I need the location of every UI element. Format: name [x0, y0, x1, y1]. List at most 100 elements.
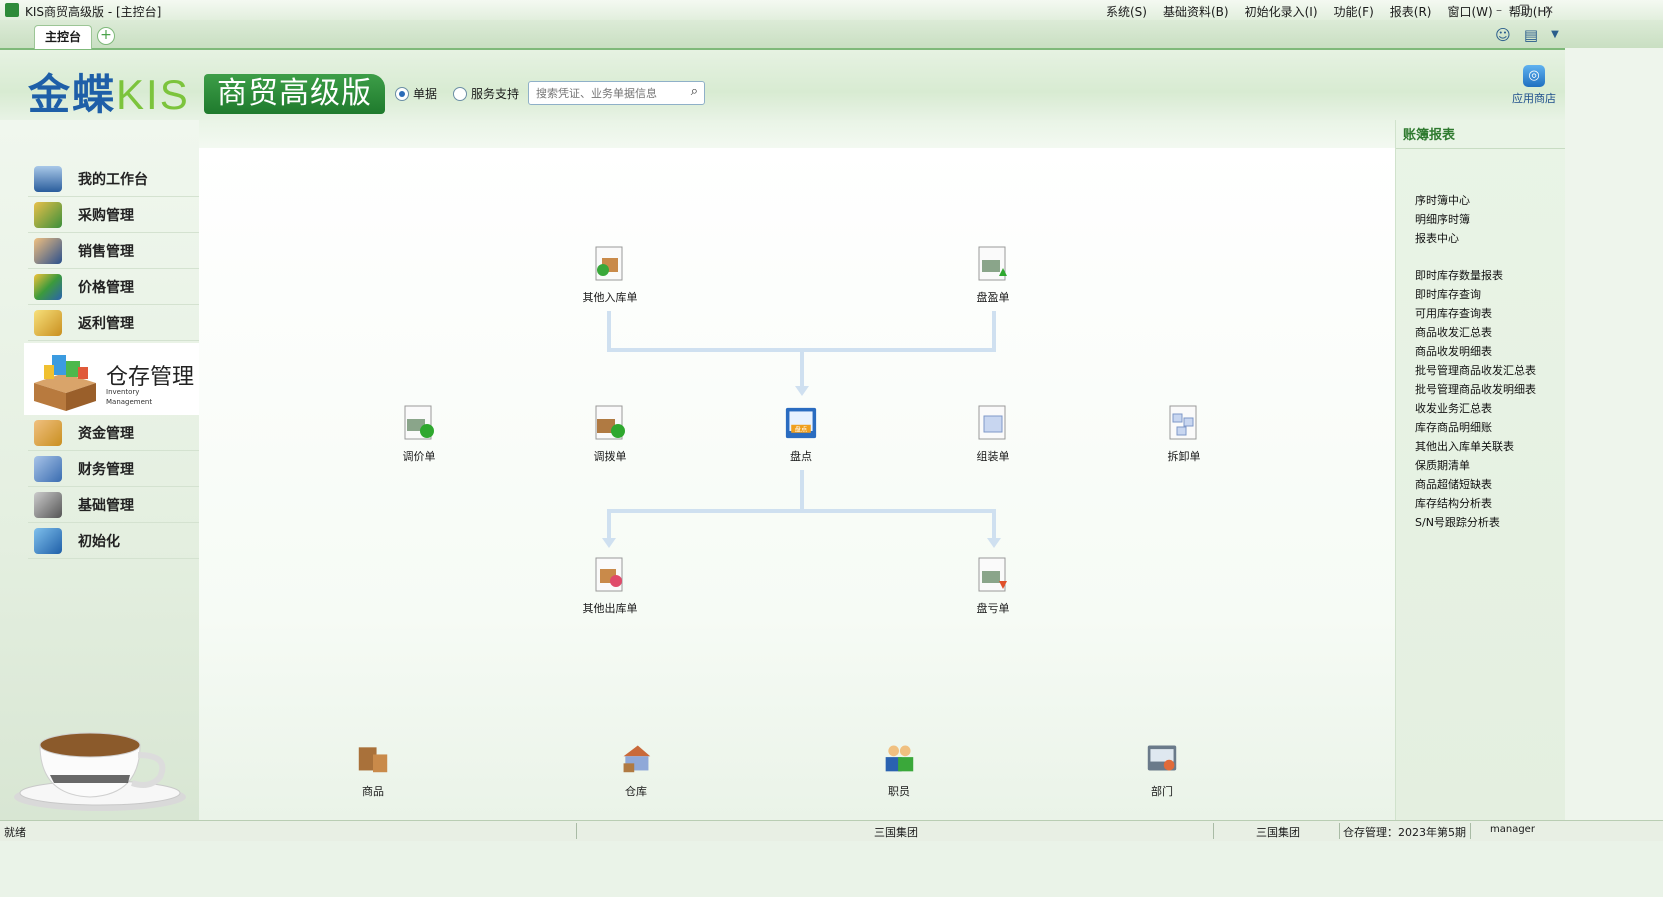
report-link[interactable]: 库存商品明细账: [1415, 419, 1492, 435]
node-label: 盘盈单: [976, 291, 1010, 304]
main-top-band: [199, 120, 1395, 148]
report-link[interactable]: S/N号跟踪分析表: [1415, 514, 1500, 530]
status-divider: [1213, 823, 1214, 839]
sidebar-item-finance[interactable]: 财务管理: [28, 452, 199, 487]
report-link[interactable]: 商品收发明细表: [1415, 343, 1492, 359]
report-link[interactable]: 商品超储短缺表: [1415, 476, 1492, 492]
sidebar-item-label: 价格管理: [78, 280, 134, 296]
finance-icon: [34, 456, 62, 482]
app-icon: [5, 3, 19, 17]
logo-kis: KIS: [116, 71, 190, 118]
close-button[interactable]: ✕: [1538, 2, 1560, 18]
reports-divider: [1396, 148, 1566, 149]
menu-item[interactable]: 初始化录入(I): [1237, 3, 1326, 20]
sidebar-item-init[interactable]: 初始化: [28, 524, 199, 559]
menu-item[interactable]: 基础资料(B): [1155, 3, 1237, 20]
search-input[interactable]: [534, 82, 683, 104]
sidebar-item-funds[interactable]: 资金管理: [28, 416, 199, 451]
base-staff[interactable]: 职员: [854, 740, 944, 799]
sidebar-item-inventory[interactable]: 仓存管理 Inventory Management: [24, 343, 199, 415]
monitor-icon: [34, 166, 62, 192]
sidebar-item-workbench[interactable]: 我的工作台: [28, 162, 199, 197]
message-icon[interactable]: ▤: [1522, 26, 1540, 44]
loss-icon: [978, 557, 1007, 592]
node-surplus[interactable]: 盘盈单: [948, 246, 1038, 305]
menu-item[interactable]: 系统(S): [1098, 3, 1155, 20]
app-store-button[interactable]: ◎ 应用商店: [1508, 65, 1560, 106]
chevron-down-icon[interactable]: ▼: [1546, 26, 1564, 44]
report-link[interactable]: 明细序时簿: [1415, 211, 1470, 227]
menu-item[interactable]: 报表(R): [1382, 3, 1440, 20]
radio-documents-label: 单据: [413, 87, 438, 101]
minimize-button[interactable]: –: [1488, 2, 1510, 18]
inventory-icon: [34, 355, 96, 411]
sidebar-item-label: 我的工作台: [78, 172, 148, 188]
sidebar-item-label: 采购管理: [78, 208, 134, 224]
sidebar-item-rebate[interactable]: 返利管理: [28, 306, 199, 341]
status-company-center: 三国集团: [874, 826, 918, 839]
restore-button[interactable]: ❐: [1513, 2, 1535, 18]
report-link[interactable]: 可用库存查询表: [1415, 305, 1492, 321]
menu-item[interactable]: 功能(F): [1326, 3, 1382, 20]
node-label: 盘点: [790, 450, 812, 463]
assembly-icon: [978, 405, 1006, 440]
add-tab-icon[interactable]: +: [97, 27, 115, 45]
node-label: 调拨单: [593, 450, 627, 463]
status-company: 三国集团: [1256, 826, 1300, 839]
node-other-inbound[interactable]: 其他入库单: [565, 246, 655, 305]
base-goods[interactable]: 商品: [328, 740, 418, 799]
report-link[interactable]: 保质期清单: [1415, 457, 1470, 473]
report-link[interactable]: 库存结构分析表: [1415, 495, 1492, 511]
sidebar-item-sales[interactable]: 销售管理: [28, 234, 199, 269]
node-transfer[interactable]: 调拨单: [565, 405, 655, 464]
sidebar-item-basic[interactable]: 基础管理: [28, 488, 199, 523]
report-link[interactable]: 即时库存数量报表: [1415, 267, 1503, 283]
sidebar-item-price[interactable]: 价格管理: [28, 270, 199, 305]
node-other-outbound[interactable]: 其他出库单: [565, 557, 655, 616]
sidebar-item-label: 销售管理: [78, 244, 134, 260]
radio-documents[interactable]: 单据: [395, 85, 437, 102]
search-box: ⌕: [528, 81, 705, 105]
disassembly-icon: [1169, 405, 1197, 440]
tab-main-console[interactable]: 主控台: [34, 25, 92, 49]
report-link[interactable]: 报表中心: [1415, 230, 1459, 246]
report-link[interactable]: 序时簿中心: [1415, 192, 1470, 208]
base-department[interactable]: 部门: [1117, 740, 1207, 799]
node-label: 组装单: [976, 450, 1010, 463]
report-link[interactable]: 批号管理商品收发汇总表: [1415, 362, 1536, 378]
edition-badge: 商贸高级版: [204, 74, 385, 114]
report-link[interactable]: 批号管理商品收发明细表: [1415, 381, 1536, 397]
search-icon[interactable]: ⌕: [691, 84, 698, 99]
transfer-icon: [595, 405, 625, 440]
sidebar-item-purchase[interactable]: 采购管理: [28, 198, 199, 233]
node-label: 盘亏单: [976, 602, 1010, 615]
sidebar-active-sublabel: Inventory Management: [106, 387, 152, 407]
report-link[interactable]: 收发业务汇总表: [1415, 400, 1492, 416]
radio-dot-selected[interactable]: [395, 86, 409, 101]
radio-dot[interactable]: [453, 86, 467, 101]
report-link[interactable]: 即时库存查询: [1415, 286, 1481, 302]
node-loss[interactable]: 盘亏单: [948, 557, 1038, 616]
tab-bar: 主控台 + ☺ ▤ ▼: [0, 20, 1663, 50]
report-link[interactable]: 商品收发汇总表: [1415, 324, 1492, 340]
price-adjust-icon: [404, 405, 434, 440]
node-stocktake[interactable]: 盘点 盘点: [756, 405, 846, 464]
node-disassembly[interactable]: 拆卸单: [1139, 405, 1229, 464]
title-bar: KIS商贸高级版 - [主控台] 系统(S) 基础资料(B) 初始化录入(I) 功能(…: [0, 0, 1663, 21]
sidebar-item-label: 资金管理: [78, 426, 134, 442]
status-user: manager: [1490, 824, 1535, 835]
other-outbound-icon: [595, 557, 623, 592]
purchase-icon: [34, 202, 62, 228]
node-label: 调价单: [402, 450, 436, 463]
node-assembly[interactable]: 组装单: [948, 405, 1038, 464]
goods-icon: [358, 747, 388, 773]
warehouse-icon: [623, 745, 651, 773]
report-link[interactable]: 其他出入库单关联表: [1415, 438, 1514, 454]
node-price-adjustment[interactable]: 调价单: [374, 405, 464, 464]
node-label: 职员: [888, 785, 910, 798]
init-icon: [34, 528, 62, 554]
base-warehouse[interactable]: 仓库: [591, 740, 681, 799]
smiley-icon[interactable]: ☺: [1494, 26, 1512, 44]
window-title: KIS商贸高级版 - [主控台]: [25, 5, 162, 19]
radio-service-support[interactable]: 服务支持: [453, 85, 519, 102]
